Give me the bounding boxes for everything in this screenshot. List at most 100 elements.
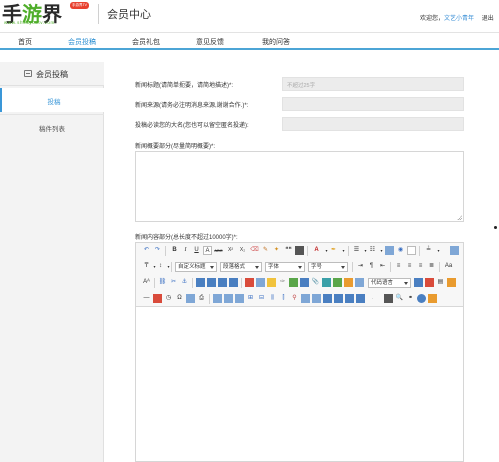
time-icon[interactable]: ◷: [164, 294, 173, 303]
insert-row-icon[interactable]: ⊞: [246, 294, 255, 303]
insert-table-icon[interactable]: [213, 294, 222, 303]
link-icon[interactable]: ⛓: [158, 278, 167, 287]
align-center-icon[interactable]: ≡: [405, 262, 414, 271]
delete-col-icon[interactable]: ⫿: [279, 294, 288, 303]
nav-item-member-submission[interactable]: 会员投稿: [68, 37, 96, 47]
undo-icon[interactable]: ↶: [142, 246, 151, 255]
emotion-icon[interactable]: [267, 278, 276, 287]
superscript-button[interactable]: X²: [226, 246, 235, 255]
anchor-icon[interactable]: ⚓: [180, 278, 189, 287]
underline-button[interactable]: U: [192, 246, 201, 255]
image-none-icon[interactable]: [196, 278, 205, 287]
merge-down-icon[interactable]: [312, 294, 321, 303]
special-chars-icon[interactable]: Ω: [175, 294, 184, 303]
logout-link[interactable]: 退出: [482, 16, 494, 22]
align-left-icon[interactable]: ≡: [394, 262, 403, 271]
auto-format-icon[interactable]: ✦: [272, 246, 281, 255]
indent-icon[interactable]: ⇤: [378, 262, 387, 271]
search-replace-icon[interactable]: ⚭: [406, 294, 415, 303]
author-name-input[interactable]: [282, 117, 464, 131]
help-icon[interactable]: [417, 294, 426, 303]
nav-item-member-gift[interactable]: 会员礼包: [132, 37, 160, 47]
format-brush-icon[interactable]: ✎: [261, 246, 270, 255]
select-all-icon[interactable]: [385, 246, 394, 255]
chevron-down-icon[interactable]: ▾: [339, 246, 348, 255]
paragraph-format-select[interactable]: 段落格式: [220, 262, 262, 272]
bold-button[interactable]: B: [170, 246, 179, 255]
template-icon[interactable]: ▤: [436, 278, 445, 287]
align-justify-icon[interactable]: ≣: [427, 262, 436, 271]
ordered-list-icon[interactable]: ☰: [352, 246, 361, 255]
image-center-icon[interactable]: [229, 278, 238, 287]
news-title-input[interactable]: 不超过25字: [282, 77, 464, 91]
word-image-icon[interactable]: [186, 294, 195, 303]
date-icon[interactable]: [153, 294, 162, 303]
simple-upload-icon[interactable]: [245, 278, 254, 287]
pasteplain-icon[interactable]: [295, 246, 304, 255]
insert-image-icon[interactable]: [256, 278, 265, 287]
sidebar-item-manuscript-list[interactable]: 稿件列表: [0, 114, 104, 138]
background-color-icon[interactable]: ✒: [329, 246, 338, 255]
eraser-icon[interactable]: ⌫: [250, 246, 259, 255]
news-summary-textarea[interactable]: [135, 151, 464, 222]
sidebar-item-submit[interactable]: 投稿: [0, 88, 104, 112]
resize-handle[interactable]: [457, 215, 462, 220]
fullscreen-icon[interactable]: [450, 246, 459, 255]
case-icon[interactable]: Aa: [444, 262, 453, 271]
touppercase-icon[interactable]: Aᴬ: [142, 278, 151, 287]
editor-content-area[interactable]: [136, 308, 463, 461]
nav-item-my-qa[interactable]: 我的问答: [262, 37, 290, 47]
site-logo[interactable]: 手游界 手游界TV www.shouyoutv.com: [2, 0, 98, 30]
font-border-button[interactable]: A: [203, 246, 212, 255]
nav-item-home[interactable]: 首页: [18, 37, 32, 47]
scrawl-icon[interactable]: ✑: [278, 278, 287, 287]
unlink-icon[interactable]: ✂: [169, 278, 178, 287]
italic-button[interactable]: I: [181, 246, 190, 255]
background-icon[interactable]: [447, 278, 456, 287]
insert-paragraph-before-table-icon[interactable]: [235, 294, 244, 303]
blockquote-button[interactable]: ❝❝: [284, 246, 293, 255]
split-to-cells-icon[interactable]: [323, 294, 332, 303]
align-right-icon[interactable]: ≡: [416, 262, 425, 271]
image-left-icon[interactable]: [207, 278, 216, 287]
font-color-button[interactable]: A: [312, 246, 321, 255]
insert-frame-icon[interactable]: [344, 278, 353, 287]
font-size-select[interactable]: 字号: [308, 262, 348, 272]
insert-col-icon[interactable]: ⫼: [268, 294, 277, 303]
image-right-icon[interactable]: [218, 278, 227, 287]
music-icon[interactable]: [300, 278, 309, 287]
unordered-list-icon[interactable]: ☷: [368, 246, 377, 255]
code-language-select[interactable]: 代码语言: [368, 278, 411, 288]
font-family-select[interactable]: 字体: [265, 262, 305, 272]
print-icon[interactable]: [384, 294, 393, 303]
preview-icon[interactable]: 🔍: [395, 294, 404, 303]
merge-right-icon[interactable]: [301, 294, 310, 303]
drafts-icon[interactable]: [428, 294, 437, 303]
custom-title-select[interactable]: 自定义标题: [175, 262, 217, 272]
page-break-icon[interactable]: [425, 278, 434, 287]
horizontal-rule-icon[interactable]: —: [142, 294, 151, 303]
nav-item-feedback[interactable]: 意见反馈: [196, 37, 224, 47]
chart-icon[interactable]: [356, 294, 365, 303]
news-source-input[interactable]: [282, 97, 464, 111]
delete-row-icon[interactable]: ⊟: [257, 294, 266, 303]
split-to-cols-icon[interactable]: [345, 294, 354, 303]
gmap-icon[interactable]: [333, 278, 342, 287]
snapscreen-icon[interactable]: ⎙: [197, 294, 206, 303]
chevron-down-icon[interactable]: ▾: [434, 246, 443, 255]
delete-table-icon[interactable]: [224, 294, 233, 303]
strikethrough-button[interactable]: ABC: [214, 246, 223, 255]
redo-icon[interactable]: ↷: [153, 246, 162, 255]
insert-code-icon[interactable]: [355, 278, 364, 287]
webapp-icon[interactable]: [414, 278, 423, 287]
subscript-button[interactable]: X₂: [238, 246, 247, 255]
rtl-icon[interactable]: ¶: [367, 262, 376, 271]
ltr-icon[interactable]: ⇥: [356, 262, 365, 271]
row-spacing-top-icon[interactable]: ≟: [424, 246, 433, 255]
split-to-rows-icon[interactable]: [334, 294, 343, 303]
clear-doc-icon[interactable]: ◉: [396, 246, 405, 255]
attachment-icon[interactable]: 📎: [311, 278, 320, 287]
insert-video-icon[interactable]: [289, 278, 298, 287]
username-link[interactable]: 文艺小青年: [444, 16, 474, 22]
map-icon[interactable]: [322, 278, 331, 287]
